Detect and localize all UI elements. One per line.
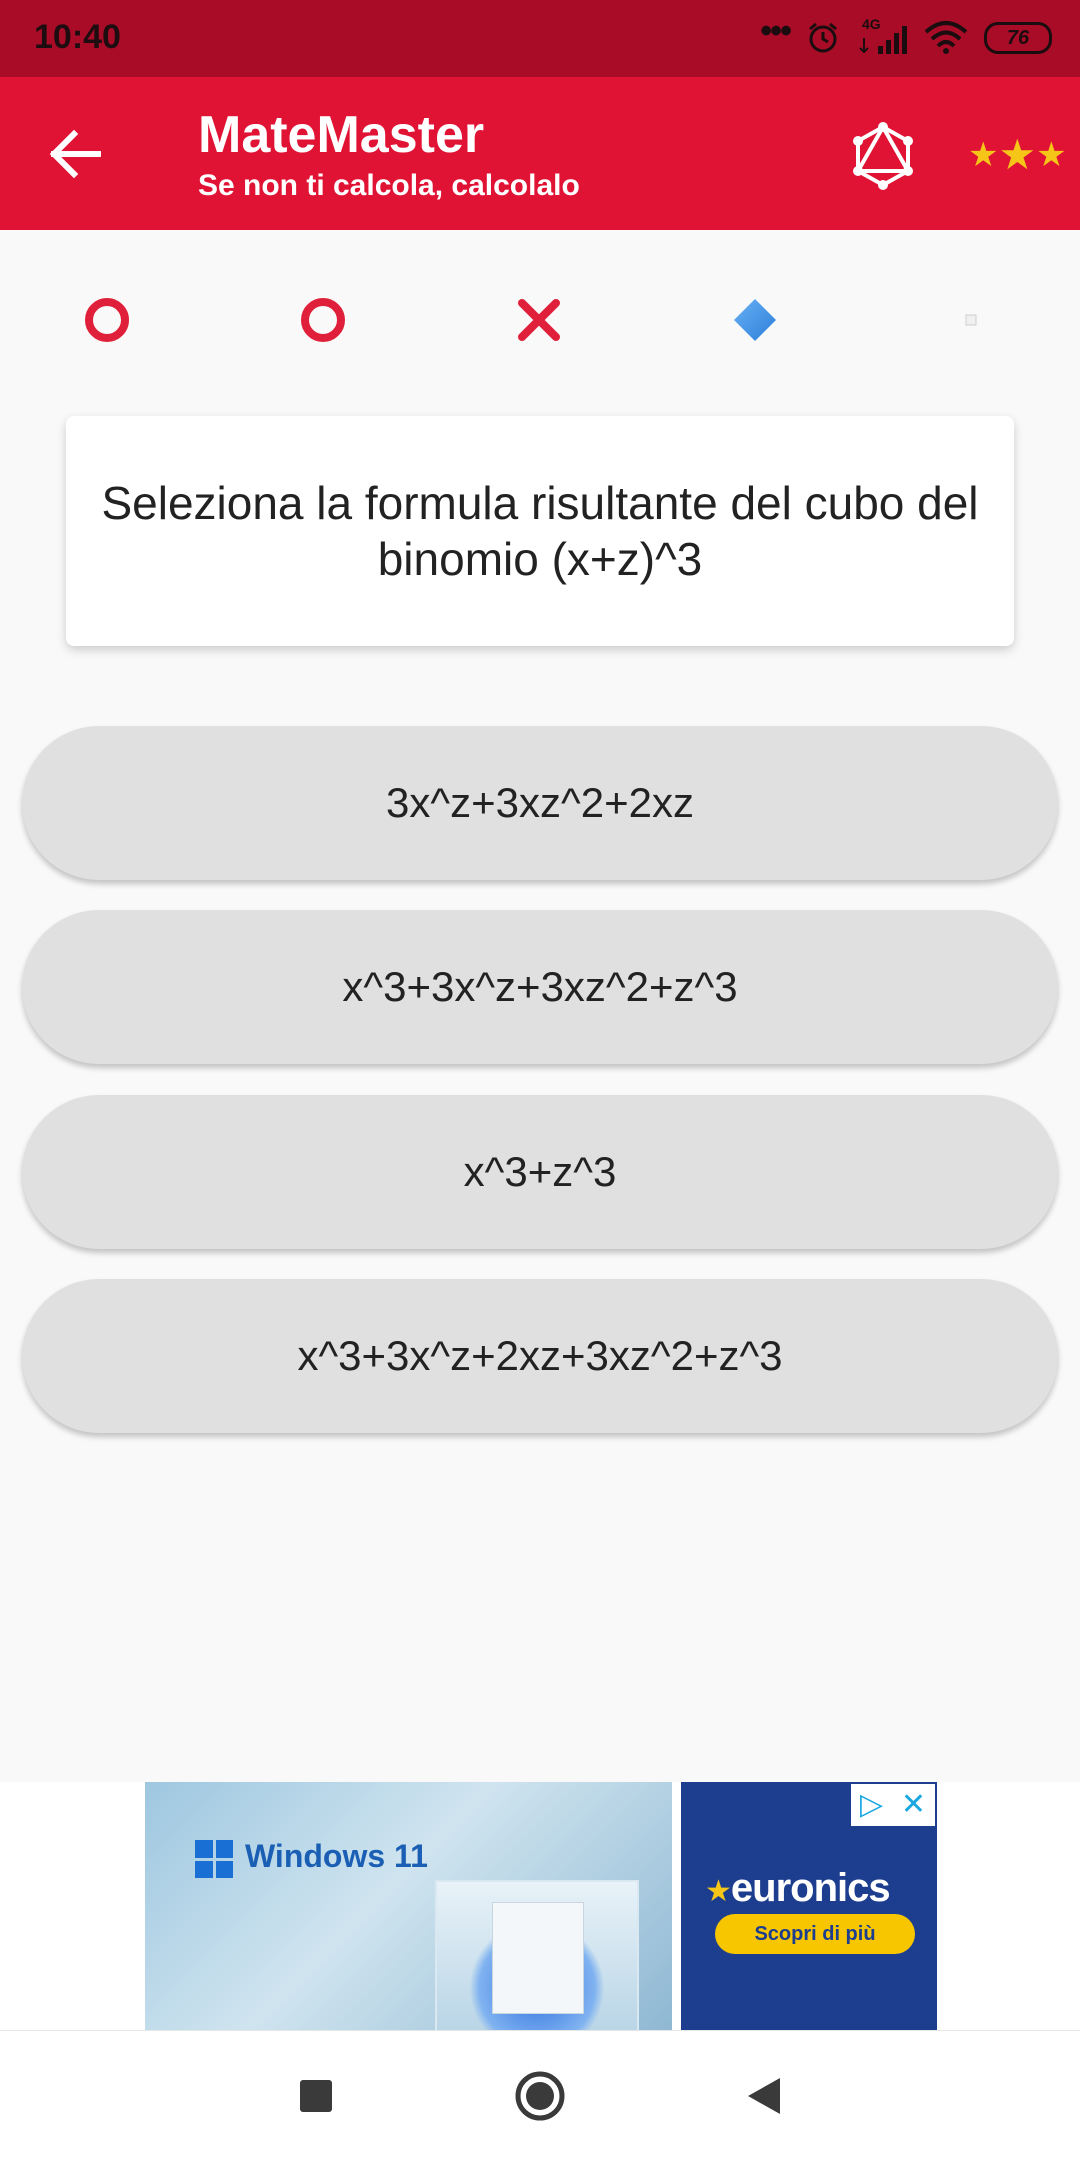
wifi-icon: [924, 21, 968, 54]
ad-right-brand: ★euronics: [705, 1866, 891, 1911]
windows-logo-icon: [195, 1840, 233, 1878]
circle-home-icon: [515, 2071, 565, 2121]
ad-panel[interactable]: ▷ ✕ ★euronics Scopri di più: [681, 1782, 937, 2030]
ad-info-icon[interactable]: ▷: [860, 1790, 883, 1820]
alarm-icon: [809, 22, 837, 53]
square-icon: [300, 2080, 332, 2112]
more-notifications-icon: •••: [760, 11, 792, 50]
status-time: 10:40: [34, 18, 121, 56]
answer-button[interactable]: x^3+z^3: [22, 1095, 1058, 1249]
cell-signal-icon: 4G: [856, 16, 908, 58]
star-icon: ★: [705, 1875, 732, 1908]
recents-button[interactable]: [286, 2066, 346, 2126]
ring-icon: [293, 290, 353, 350]
ad-choices[interactable]: ▷ ✕: [851, 1784, 935, 1826]
graph-network-icon: [853, 122, 913, 190]
answer-button[interactable]: x^3+3x^z+3xz^2+z^3: [22, 910, 1058, 1064]
system-nav-bar: [0, 2030, 1080, 2161]
star-icon: ★: [998, 131, 1037, 178]
arrow-back-icon: [49, 129, 101, 179]
diamond-icon: [725, 290, 785, 350]
question-text: Seleziona la formula risultante del cubo…: [101, 477, 979, 585]
cross-icon: [509, 290, 569, 350]
answer-button[interactable]: x^3+3x^z+2xz+3xz^2+z^3: [22, 1279, 1058, 1433]
app-subtitle: Se non ti calcola, calcolalo: [198, 169, 580, 202]
home-button[interactable]: [510, 2066, 570, 2126]
back-button[interactable]: [40, 122, 112, 186]
answer-button[interactable]: 3x^z+3xz^2+2xz: [22, 726, 1058, 880]
rating-stars: ★ ★ ★: [968, 131, 1067, 178]
ring-icon: [77, 290, 137, 350]
battery-indicator: 76: [984, 22, 1052, 54]
app-bar: MateMaster Se non ti calcola, calcolalo …: [0, 77, 1080, 230]
ad-image[interactable]: Windows 11: [145, 1782, 672, 2030]
ad-banner[interactable]: Windows 11 ▷ ✕ ★euronics Scopri di più: [0, 1782, 1080, 2030]
ad-brand-text: euronics: [730, 1866, 891, 1910]
ad-cta-button[interactable]: Scopri di più: [715, 1914, 915, 1954]
status-icons: ••• 4G 76: [760, 11, 1052, 62]
close-icon[interactable]: ✕: [901, 1790, 926, 1820]
small-square-icon: [941, 290, 1001, 350]
question-card: Seleziona la formula risultante del cubo…: [66, 416, 1014, 646]
status-bar: 10:40 ••• 4G 76: [0, 0, 1080, 77]
app-title: MateMaster: [198, 106, 485, 164]
graph-button[interactable]: [848, 121, 918, 191]
star-icon: ★: [1036, 136, 1067, 174]
laptop-image: [435, 1880, 639, 2030]
back-nav-button[interactable]: [734, 2066, 794, 2126]
question-progress: [0, 290, 1080, 350]
ad-left-brand: Windows 11: [245, 1838, 428, 1874]
star-icon: ★: [968, 136, 999, 174]
triangle-back-icon: [748, 2078, 780, 2114]
